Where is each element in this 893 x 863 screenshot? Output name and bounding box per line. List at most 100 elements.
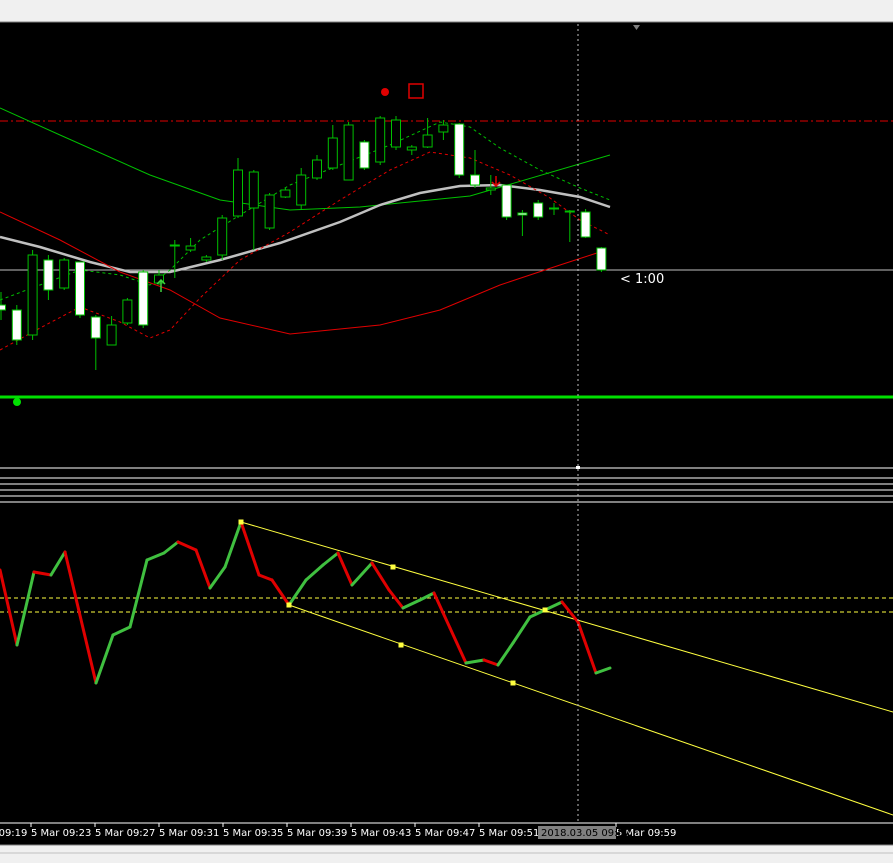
- candle[interactable]: [264, 193, 275, 230]
- time-tick-label: 5 Mar 09:19: [0, 828, 27, 839]
- candle[interactable]: [501, 184, 512, 220]
- candle-body: [106, 324, 117, 346]
- oscillator-segment: [304, 563, 325, 582]
- candle-body: [233, 169, 243, 217]
- candle-body: [596, 247, 607, 271]
- oscillator-segment: [482, 658, 500, 667]
- candle[interactable]: [27, 250, 38, 340]
- candle-body: [422, 134, 433, 148]
- candle-body: [280, 189, 291, 198]
- oscillator-segment: [336, 551, 354, 587]
- candle[interactable]: [296, 168, 307, 210]
- candle[interactable]: [59, 258, 70, 290]
- candle-body: [0, 304, 6, 311]
- channel-line[interactable]: [288, 604, 893, 816]
- oscillator-segment: [94, 633, 115, 685]
- candle[interactable]: [470, 150, 480, 188]
- channel-anchor[interactable]: [238, 519, 244, 525]
- time-tick-label: 5 Mar 09:35: [223, 828, 283, 839]
- moving-average-line: [0, 211, 601, 335]
- candle[interactable]: [359, 140, 370, 170]
- price-horizontal-lines: [0, 120, 893, 399]
- candle-body: [501, 184, 512, 218]
- candle[interactable]: [217, 215, 228, 260]
- candle[interactable]: [185, 238, 196, 252]
- oscillator-segment: [464, 658, 486, 665]
- time-tick-label: 5 Mar 09:39: [287, 828, 347, 839]
- green-dot-icon: [13, 398, 21, 406]
- candle[interactable]: [422, 118, 433, 148]
- candle[interactable]: [391, 116, 401, 150]
- candle[interactable]: [122, 298, 133, 325]
- candle[interactable]: [564, 210, 575, 242]
- candle[interactable]: [549, 203, 559, 215]
- oscillator-segment: [49, 550, 67, 577]
- oscillator-segment: [350, 561, 374, 587]
- candle[interactable]: [75, 261, 85, 318]
- oscillator-segment: [270, 578, 291, 607]
- oscillator-segment: [370, 561, 391, 592]
- candle[interactable]: [248, 170, 259, 250]
- oscillator-segment: [418, 591, 436, 602]
- oscillator-segment: [32, 570, 53, 577]
- time-tick-label: 5 Mar 09:51: [479, 828, 539, 839]
- bottom-strip: [0, 845, 893, 863]
- candle[interactable]: [11, 305, 22, 345]
- oscillator-segment: [0, 568, 19, 647]
- candle[interactable]: [327, 125, 338, 170]
- candle-body: [391, 119, 401, 148]
- candle[interactable]: [201, 255, 212, 262]
- channel-anchor[interactable]: [390, 564, 396, 570]
- candle-body: [90, 316, 101, 339]
- candle-body: [264, 194, 275, 229]
- moving-averages: [0, 107, 611, 351]
- regression-channel[interactable]: [240, 521, 893, 816]
- candle[interactable]: [343, 122, 354, 181]
- oscillator-segment: [496, 641, 515, 667]
- candle[interactable]: [517, 210, 528, 236]
- oscillator-segment: [145, 551, 166, 562]
- candle-body: [201, 256, 212, 261]
- price-panel[interactable]: < 1:00: [0, 83, 893, 406]
- candle[interactable]: [375, 116, 386, 165]
- candle[interactable]: [280, 188, 291, 198]
- candle-body: [43, 259, 54, 291]
- candle-body: [564, 210, 575, 213]
- time-tick-label: 5 Mar 09:43: [351, 828, 411, 839]
- candle[interactable]: [596, 247, 607, 272]
- candle-body: [438, 124, 449, 133]
- candle[interactable]: [406, 145, 417, 155]
- time-tick-label: 5 Mar 09:27: [95, 828, 155, 839]
- time-tick-label: 5 Mar 09:47: [415, 828, 475, 839]
- oscillator-segment: [239, 520, 261, 577]
- candle-body: [454, 123, 465, 176]
- oscillator-segment: [511, 615, 532, 645]
- red-dot-icon: [381, 88, 389, 96]
- shift-marker-icon[interactable]: [633, 25, 640, 30]
- channel-anchor[interactable]: [398, 642, 404, 648]
- candle-body: [248, 171, 259, 209]
- trading-chart[interactable]: < 1:00 5 Mar 09:19 5 Mar 09:23 5 Mar 09:27…: [0, 0, 893, 863]
- candle[interactable]: [454, 123, 465, 178]
- candle[interactable]: [43, 255, 54, 300]
- channel-line[interactable]: [240, 521, 893, 713]
- crosshair-time-label: 2018.03.05 09:57: [541, 828, 630, 839]
- candle[interactable]: [90, 315, 101, 370]
- chart-canvas[interactable]: < 1:00 5 Mar 09:19 5 Mar 09:23 5 Mar 09:27…: [0, 0, 893, 863]
- candles[interactable]: [0, 116, 607, 370]
- oscillator-segment: [321, 551, 340, 567]
- channel-anchor[interactable]: [542, 607, 548, 613]
- channel-anchor[interactable]: [286, 602, 292, 608]
- top-strip: [0, 0, 893, 22]
- candle[interactable]: [580, 209, 591, 238]
- channel-anchor[interactable]: [510, 680, 516, 686]
- time-tick-label: 5 Mar 09:31: [159, 828, 219, 839]
- candle[interactable]: [312, 155, 322, 180]
- oscillator-panel[interactable]: [0, 519, 893, 816]
- candle-body: [343, 124, 354, 181]
- candle[interactable]: [138, 270, 149, 328]
- candle[interactable]: [233, 158, 243, 218]
- candle[interactable]: [533, 200, 544, 220]
- oscillator-segment: [223, 520, 243, 569]
- candle[interactable]: [0, 292, 6, 320]
